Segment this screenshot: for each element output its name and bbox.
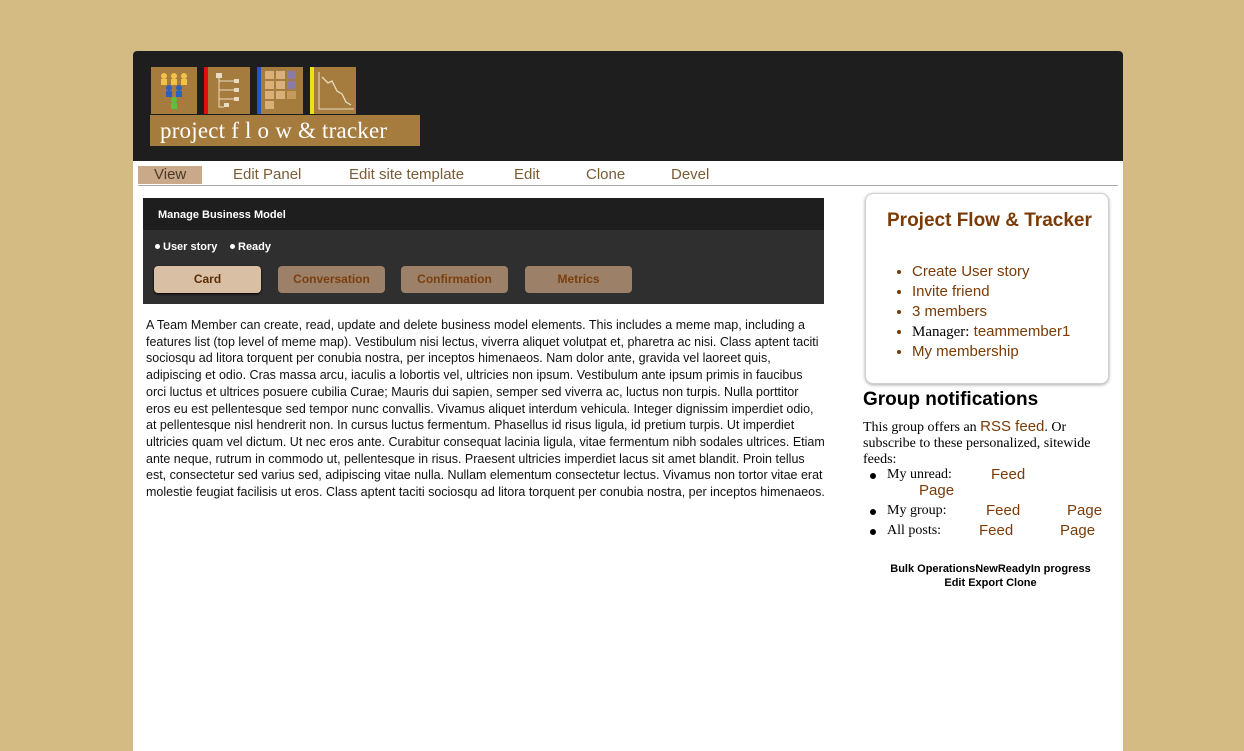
all-feed-link[interactable]: Feed <box>979 522 1013 539</box>
flow-diagram-icon <box>204 67 250 114</box>
panel-title: Manage Business Model <box>143 198 824 230</box>
bulk-operations-actions[interactable]: Edit Export Clone <box>863 577 1118 591</box>
group-notifications-title: Group notifications <box>863 389 1039 410</box>
feed-row-all: All posts: Feed Page <box>870 522 1110 543</box>
chart-icon <box>310 67 356 114</box>
feed-row-unread: My unread: Feed Page <box>870 466 1110 503</box>
board-icon <box>257 67 303 114</box>
feed-row-group: My group: Feed Page <box>870 502 1110 523</box>
status-ready: Ready <box>230 241 271 253</box>
conversation-button[interactable]: Conversation <box>278 266 385 293</box>
tab-edit-panel[interactable]: Edit Panel <box>233 166 301 184</box>
intro-text: This group offers an <box>863 420 977 435</box>
bullet-icon <box>870 509 876 515</box>
my-membership-link[interactable]: My membership <box>912 343 1019 360</box>
manager-link[interactable]: teammember1 <box>974 323 1071 340</box>
bullet-icon <box>230 244 235 249</box>
logo-icons[interactable] <box>151 67 361 114</box>
manager-label: Manager: <box>912 324 970 340</box>
list-item: Create User story <box>912 262 1070 282</box>
rss-feed-link[interactable]: RSS feed <box>980 418 1044 435</box>
feed-row-label: My group: <box>887 503 947 518</box>
tab-devel[interactable]: Devel <box>671 166 709 184</box>
unread-page-link[interactable]: Page <box>919 482 954 499</box>
group-info-box: Project Flow & Tracker Create User story… <box>865 193 1109 384</box>
bullet-icon <box>870 529 876 535</box>
notifications-intro: This group offers an RSS feed. Or subscr… <box>863 419 1113 468</box>
site-header: project f l o w & tracker <box>133 51 1123 161</box>
group-links: Create User story Invite friend 3 member… <box>890 262 1070 362</box>
bullet-icon <box>870 473 876 479</box>
status-label: User story <box>163 241 218 253</box>
create-user-story-link[interactable]: Create User story <box>912 263 1030 280</box>
story-description: A Team Member can create, read, update a… <box>146 318 825 500</box>
bulk-operations: Bulk OperationsNewReadyIn progress Edit … <box>863 563 1118 590</box>
group-feed-link[interactable]: Feed <box>986 502 1020 519</box>
card-button[interactable]: Card <box>154 266 261 293</box>
group-page-link[interactable]: Page <box>1067 502 1102 519</box>
list-item: Invite friend <box>912 282 1070 302</box>
bullet-icon <box>155 244 160 249</box>
invite-friend-link[interactable]: Invite friend <box>912 283 990 300</box>
tab-clone[interactable]: Clone <box>586 166 625 184</box>
business-model-panel: Manage Business Model User story Ready C… <box>143 198 824 304</box>
tab-bar: View Edit Panel Edit site template Edit … <box>138 164 1118 186</box>
list-item: My membership <box>912 342 1070 362</box>
status-user-story: User story <box>155 241 217 253</box>
feed-row-label: My unread: <box>887 467 952 482</box>
confirmation-button[interactable]: Confirmation <box>401 266 508 293</box>
list-item: Manager: teammember1 <box>912 322 1070 342</box>
team-icon <box>151 67 197 114</box>
bulk-operations-states[interactable]: Bulk OperationsNewReadyIn progress <box>863 563 1118 577</box>
site-logo[interactable]: project f l o w & tracker <box>150 115 420 146</box>
tab-edit-site-template[interactable]: Edit site template <box>349 166 464 184</box>
status-label: Ready <box>238 241 272 253</box>
metrics-button[interactable]: Metrics <box>525 266 632 293</box>
unread-feed-link[interactable]: Feed <box>991 466 1025 483</box>
tab-edit[interactable]: Edit <box>514 166 540 184</box>
group-title: Project Flow & Tracker <box>887 210 1092 231</box>
members-link[interactable]: 3 members <box>912 303 987 320</box>
tab-view[interactable]: View <box>138 166 203 184</box>
list-item: 3 members <box>912 302 1070 322</box>
page-container: project f l o w & tracker View Edit Pane… <box>133 51 1123 751</box>
feed-row-label: All posts: <box>887 523 942 538</box>
all-page-link[interactable]: Page <box>1060 522 1095 539</box>
